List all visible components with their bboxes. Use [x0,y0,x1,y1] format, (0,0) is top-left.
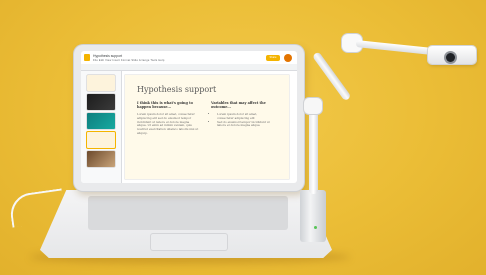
slide-title: Hypothesis support [137,85,217,94]
camera-base [300,190,326,242]
avatar[interactable] [284,54,292,62]
slide-thumbnail[interactable] [87,94,115,110]
slides-logo-icon [84,54,90,61]
slide-thumbnail-selected[interactable] [87,132,115,148]
document-title[interactable]: Hypothesis support [93,54,122,58]
menu-bar[interactable]: File Edit View Insert Format Slide Arran… [93,59,164,62]
laptop-screen: Hypothesis support File Edit View Insert… [81,51,297,183]
camera-head-arm [355,40,434,56]
slide-thumbnail[interactable] [87,75,115,91]
left-column-body: Lorem ipsum dolor sit amet, consectetur … [137,112,199,135]
camera-lens-icon [446,53,455,62]
toolbar[interactable] [81,64,297,71]
slide-thumbnail[interactable] [87,113,115,129]
right-column-heading: Variables that may affect the outcome... [211,101,266,110]
share-button[interactable]: Share [266,55,280,61]
bullet-item: Sed do eiusmod tempor incididunt ut labo… [217,120,273,129]
camera-pole [309,108,318,194]
left-column-heading: I think this is what's going to happen b… [137,101,193,110]
camera-status-led [314,226,317,229]
camera-lower-joint [304,98,322,114]
laptop-keyboard [88,196,288,230]
right-column-body: Lorem ipsum dolor sit amet, consectetur … [211,112,273,129]
slide-thumbnail[interactable] [87,151,115,167]
camera-upper-arm [312,51,352,102]
laptop-trackpad [150,233,228,251]
